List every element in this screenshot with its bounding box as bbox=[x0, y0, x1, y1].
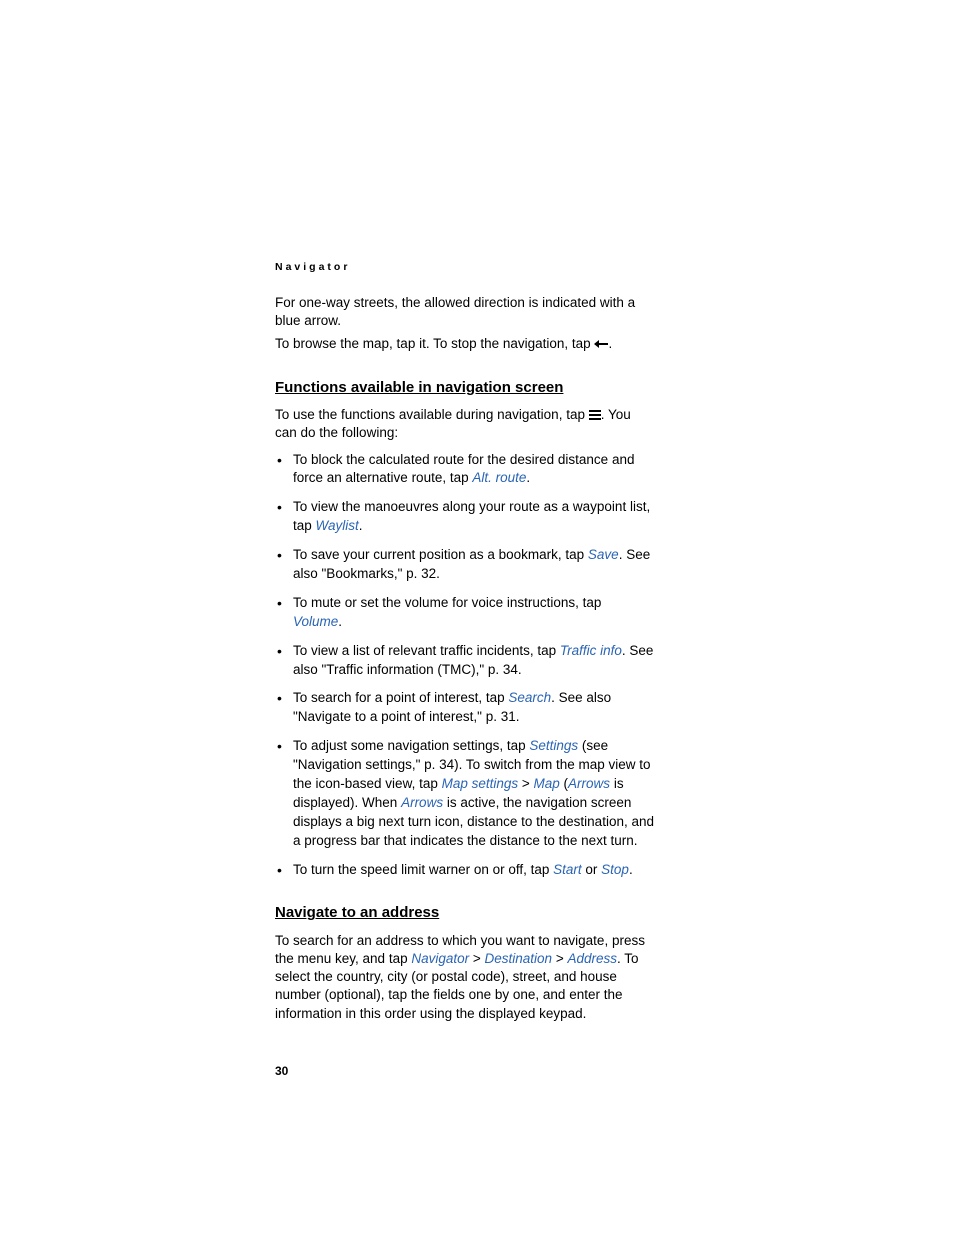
ui-link-start: Start bbox=[553, 862, 582, 877]
speed-mid: or bbox=[582, 862, 602, 877]
list-item-pre: To search for a point of interest, tap bbox=[293, 690, 508, 705]
list-item-pre: To block the calculated route for the de… bbox=[293, 452, 634, 486]
speed-post: . bbox=[629, 862, 633, 877]
list-item: To mute or set the volume for voice inst… bbox=[275, 594, 654, 632]
section-2-paragraph: To search for an address to which you wa… bbox=[275, 932, 654, 1023]
menu-icon bbox=[589, 410, 601, 420]
list-item-post: . bbox=[359, 518, 363, 533]
intro-p2-pre: To browse the map, tap it. To stop the n… bbox=[275, 336, 594, 351]
ui-link-settings: Settings bbox=[529, 738, 578, 753]
ui-link-alt-route: Alt. route bbox=[472, 470, 526, 485]
page-number: 30 bbox=[275, 1063, 654, 1079]
section-2-heading: Navigate to an address bbox=[275, 903, 654, 923]
list-item: To search for a point of interest, tap S… bbox=[275, 689, 654, 727]
list-item-pre: To save your current position as a bookm… bbox=[293, 547, 588, 562]
ui-link-search: Search bbox=[508, 690, 551, 705]
intro-paragraph-2: To browse the map, tap it. To stop the n… bbox=[275, 335, 654, 354]
chapter-header: Navigator bbox=[275, 260, 654, 274]
list-item-pre: To view a list of relevant traffic incid… bbox=[293, 643, 560, 658]
section-1-heading: Functions available in navigation screen bbox=[275, 378, 654, 398]
function-list: To block the calculated route for the de… bbox=[275, 451, 654, 880]
ui-link-destination: Destination bbox=[485, 951, 553, 966]
speed-pre: To turn the speed limit warner on or off… bbox=[293, 862, 553, 877]
ui-link-traffic-info: Traffic info bbox=[560, 643, 622, 658]
list-item-pre: To mute or set the volume for voice inst… bbox=[293, 595, 601, 610]
section-1-lead-pre: To use the functions available during na… bbox=[275, 407, 589, 422]
ui-link-map-settings: Map settings bbox=[442, 776, 519, 791]
chevron-right-separator: > bbox=[552, 951, 567, 966]
list-item: To block the calculated route for the de… bbox=[275, 451, 654, 489]
chevron-right-separator: > bbox=[469, 951, 484, 966]
ui-link-arrows: Arrows bbox=[568, 776, 610, 791]
settings-paren: ( bbox=[560, 776, 568, 791]
list-item-settings: To adjust some navigation settings, tap … bbox=[275, 737, 654, 850]
back-arrow-icon bbox=[594, 336, 608, 354]
document-page: Navigator For one-way streets, the allow… bbox=[0, 0, 954, 1079]
section-1-lead: To use the functions available during na… bbox=[275, 406, 654, 442]
ui-link-address: Address bbox=[567, 951, 617, 966]
list-item-post: . bbox=[526, 470, 530, 485]
list-item: To view the manoeuvres along your route … bbox=[275, 498, 654, 536]
ui-link-volume: Volume bbox=[293, 614, 338, 629]
ui-link-arrows-2: Arrows bbox=[401, 795, 443, 810]
intro-paragraph-1: For one-way streets, the allowed directi… bbox=[275, 294, 654, 330]
ui-link-stop: Stop bbox=[601, 862, 629, 877]
chevron-right-separator: > bbox=[518, 776, 533, 791]
list-item-post: . bbox=[338, 614, 342, 629]
list-item: To view a list of relevant traffic incid… bbox=[275, 642, 654, 680]
ui-link-save: Save bbox=[588, 547, 619, 562]
ui-link-waylist: Waylist bbox=[316, 518, 359, 533]
ui-link-navigator: Navigator bbox=[411, 951, 469, 966]
list-item-speed: To turn the speed limit warner on or off… bbox=[275, 861, 654, 880]
ui-link-map: Map bbox=[534, 776, 560, 791]
intro-p2-post: . bbox=[608, 336, 612, 351]
settings-pre: To adjust some navigation settings, tap bbox=[293, 738, 529, 753]
list-item: To save your current position as a bookm… bbox=[275, 546, 654, 584]
